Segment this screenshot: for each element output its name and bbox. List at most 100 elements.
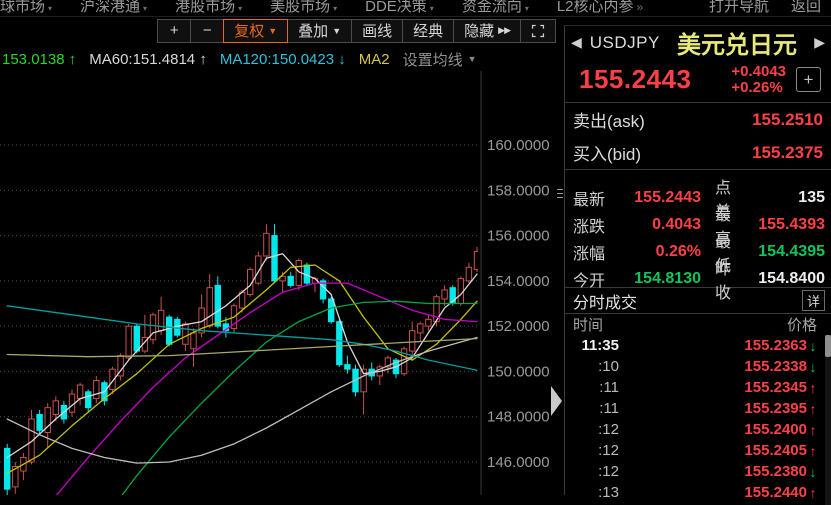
tape-price: 155.2440 <box>744 484 807 501</box>
nav-item-label: 港股市场 <box>175 0 235 15</box>
kline-chart[interactable]: 160.0000158.0000156.0000154.0000152.0000… <box>0 71 556 495</box>
nav-caret-icon: ▾ <box>333 4 337 13</box>
overlay-button-label: 叠加 <box>298 20 328 41</box>
next-symbol-button[interactable]: ▶ <box>814 34 825 51</box>
arrow-down-icon: ↓ <box>807 338 819 354</box>
draw-line-button[interactable]: 画线 <box>351 19 403 43</box>
stat-value: 154.4395 <box>743 243 825 261</box>
tape-price: 155.2405 <box>744 442 807 459</box>
draw-line-button-label: 画线 <box>362 20 392 41</box>
stat-value: 155.2443 <box>613 189 701 207</box>
tape-time: :11 <box>573 400 619 417</box>
nav-item-5[interactable]: DDE决策▾ <box>365 0 434 16</box>
nav-caret-icon: ▾ <box>430 4 434 13</box>
tape-scrollbar[interactable] <box>825 335 831 505</box>
nav-item-label: DDE决策 <box>365 0 427 15</box>
prev-symbol-button[interactable]: ◀ <box>571 34 582 51</box>
chevron-down-icon: ▼ <box>468 54 477 64</box>
classic-button[interactable]: 经典 <box>402 19 454 43</box>
fullscreen-icon <box>531 24 545 38</box>
add-to-watchlist-button[interactable]: + <box>796 67 821 92</box>
zoom-in-button[interactable]: + <box>157 19 191 43</box>
tape-row: :12155.2380↓ <box>565 461 831 482</box>
y-axis-label: 146.0000 <box>487 454 550 471</box>
zoom-in-button-label: + <box>170 22 179 39</box>
nav-back[interactable]: 返回 <box>791 0 821 16</box>
nav-item-6[interactable]: 资金流向▾ <box>462 0 529 16</box>
stats-row-1: 最新155.2443点差135 <box>573 174 825 201</box>
nav-caret-icon: ▾ <box>143 4 147 13</box>
panel-collapse-arrow-icon[interactable] <box>551 386 562 416</box>
fullscreen-button[interactable] <box>520 19 556 43</box>
y-axis-label: 158.0000 <box>487 182 550 199</box>
arrow-up-icon: ↑ <box>807 485 819 501</box>
stat-value: 155.4393 <box>743 216 825 234</box>
stat-value: 154.8400 <box>743 270 825 288</box>
zoom-out-button[interactable]: − <box>190 19 224 43</box>
ma-legend-item-3: MA120:150.0423 ↓ <box>220 51 346 68</box>
tape-time: :12 <box>573 421 619 438</box>
nav-item-label: 沪深港通 <box>80 0 140 15</box>
tape-col-time: 时间 <box>573 314 603 335</box>
y-axis-label: 154.0000 <box>487 273 550 290</box>
arrow-down-icon: ↓ <box>807 464 819 480</box>
y-axis-label: 148.0000 <box>487 409 550 426</box>
nav-open-navigation[interactable]: 打开导航 <box>709 0 769 16</box>
ma-legend-item-1: 153.0138 ↑ <box>2 51 76 68</box>
chart-toolbar: +−复权▼叠加▼画线经典隐藏▶▶ <box>0 17 556 44</box>
bid-label: 买入(bid) <box>573 140 641 165</box>
price-change: +0.4043 +0.26% <box>731 64 786 96</box>
ma-settings-dropdown[interactable]: 设置均线▼ <box>403 49 477 70</box>
ma-legend: 153.0138 ↑ MA60:151.4814 ↑ MA120:150.0423 … <box>2 47 558 71</box>
tape-title: 分时成交 <box>573 289 637 313</box>
nav-item-3[interactable]: 港股市场▾ <box>175 0 242 16</box>
y-axis-label: 156.0000 <box>487 228 550 245</box>
dropdown-caret-icon: ▼ <box>268 26 277 36</box>
tape-detail-button[interactable]: 详 <box>802 290 825 311</box>
adjust-price-button[interactable]: 复权▼ <box>223 19 288 43</box>
tape-col-price: 价格 <box>787 314 817 335</box>
time-sales-list: 11:35155.2363↓:10155.2338↓:11155.2345↑:1… <box>565 335 831 505</box>
tape-row: :11155.2345↑ <box>565 377 831 398</box>
panel-resize-grip[interactable] <box>556 186 564 202</box>
nav-caret-icon: ▾ <box>525 4 529 13</box>
quote-panel: ◀ USDJPY 美元兑日元 ▶ 155.2443 +0.4043 +0.26%… <box>564 25 831 495</box>
y-axis-label: 150.0000 <box>487 363 550 380</box>
tape-time: :13 <box>573 484 619 501</box>
tape-row: 11:35 155.2363↓ <box>565 335 831 356</box>
tape-row: :11155.2395↑ <box>565 398 831 419</box>
nav-more-icon: » <box>637 0 644 14</box>
tape-row: :12 155.2400↑ <box>565 419 831 440</box>
nav-item-4[interactable]: 美股市场▾ <box>270 0 337 16</box>
nav-item-label: L2核心内参 <box>557 0 634 15</box>
arrow-up-icon: ↑ <box>807 422 819 438</box>
arrow-up-icon: ↑ <box>807 401 819 417</box>
classic-button-label: 经典 <box>413 20 443 41</box>
bid-row: 买入(bid) 155.2375 <box>565 136 831 169</box>
change-abs: +0.4043 <box>731 63 786 80</box>
tape-price: 155.2400 <box>744 421 807 438</box>
nav-item-2[interactable]: 沪深港通▾ <box>80 0 147 16</box>
tape-price: 155.2345 <box>744 379 807 396</box>
nav-item-7[interactable]: L2核心内参» <box>557 0 643 16</box>
tape-column-headers: 时间 价格 <box>565 314 831 335</box>
tape-row: :13 155.2440↑ <box>565 482 831 503</box>
tape-price: 155.2363 <box>744 337 807 354</box>
nav-item-1[interactable]: 球市场▾ <box>0 0 52 16</box>
stat-value: 0.4043 <box>613 216 701 234</box>
ma-legend-item-2: MA60:151.4814 ↑ <box>89 51 207 68</box>
tape-time: 11:35 <box>573 337 619 354</box>
quote-stats: 最新155.2443点差135涨跌0.4043最高155.4393涨幅0.26%… <box>565 170 831 287</box>
last-price: 155.2443 <box>579 64 691 95</box>
nav-item-label: 资金流向 <box>462 0 522 15</box>
zoom-out-button-label: − <box>203 22 212 39</box>
y-axis-label: 160.0000 <box>487 137 550 154</box>
ask-label: 卖出(ask) <box>573 107 645 132</box>
tape-price: 155.2338 <box>744 358 807 375</box>
stat-label: 涨幅 <box>573 240 613 264</box>
hide-button[interactable]: 隐藏▶▶ <box>453 19 521 43</box>
arrow-down-icon: ↓ <box>807 359 819 375</box>
arrow-up-icon: ↑ <box>807 380 819 396</box>
overlay-button[interactable]: 叠加▼ <box>287 19 352 43</box>
tape-scrollbar-thumb[interactable] <box>825 335 831 357</box>
